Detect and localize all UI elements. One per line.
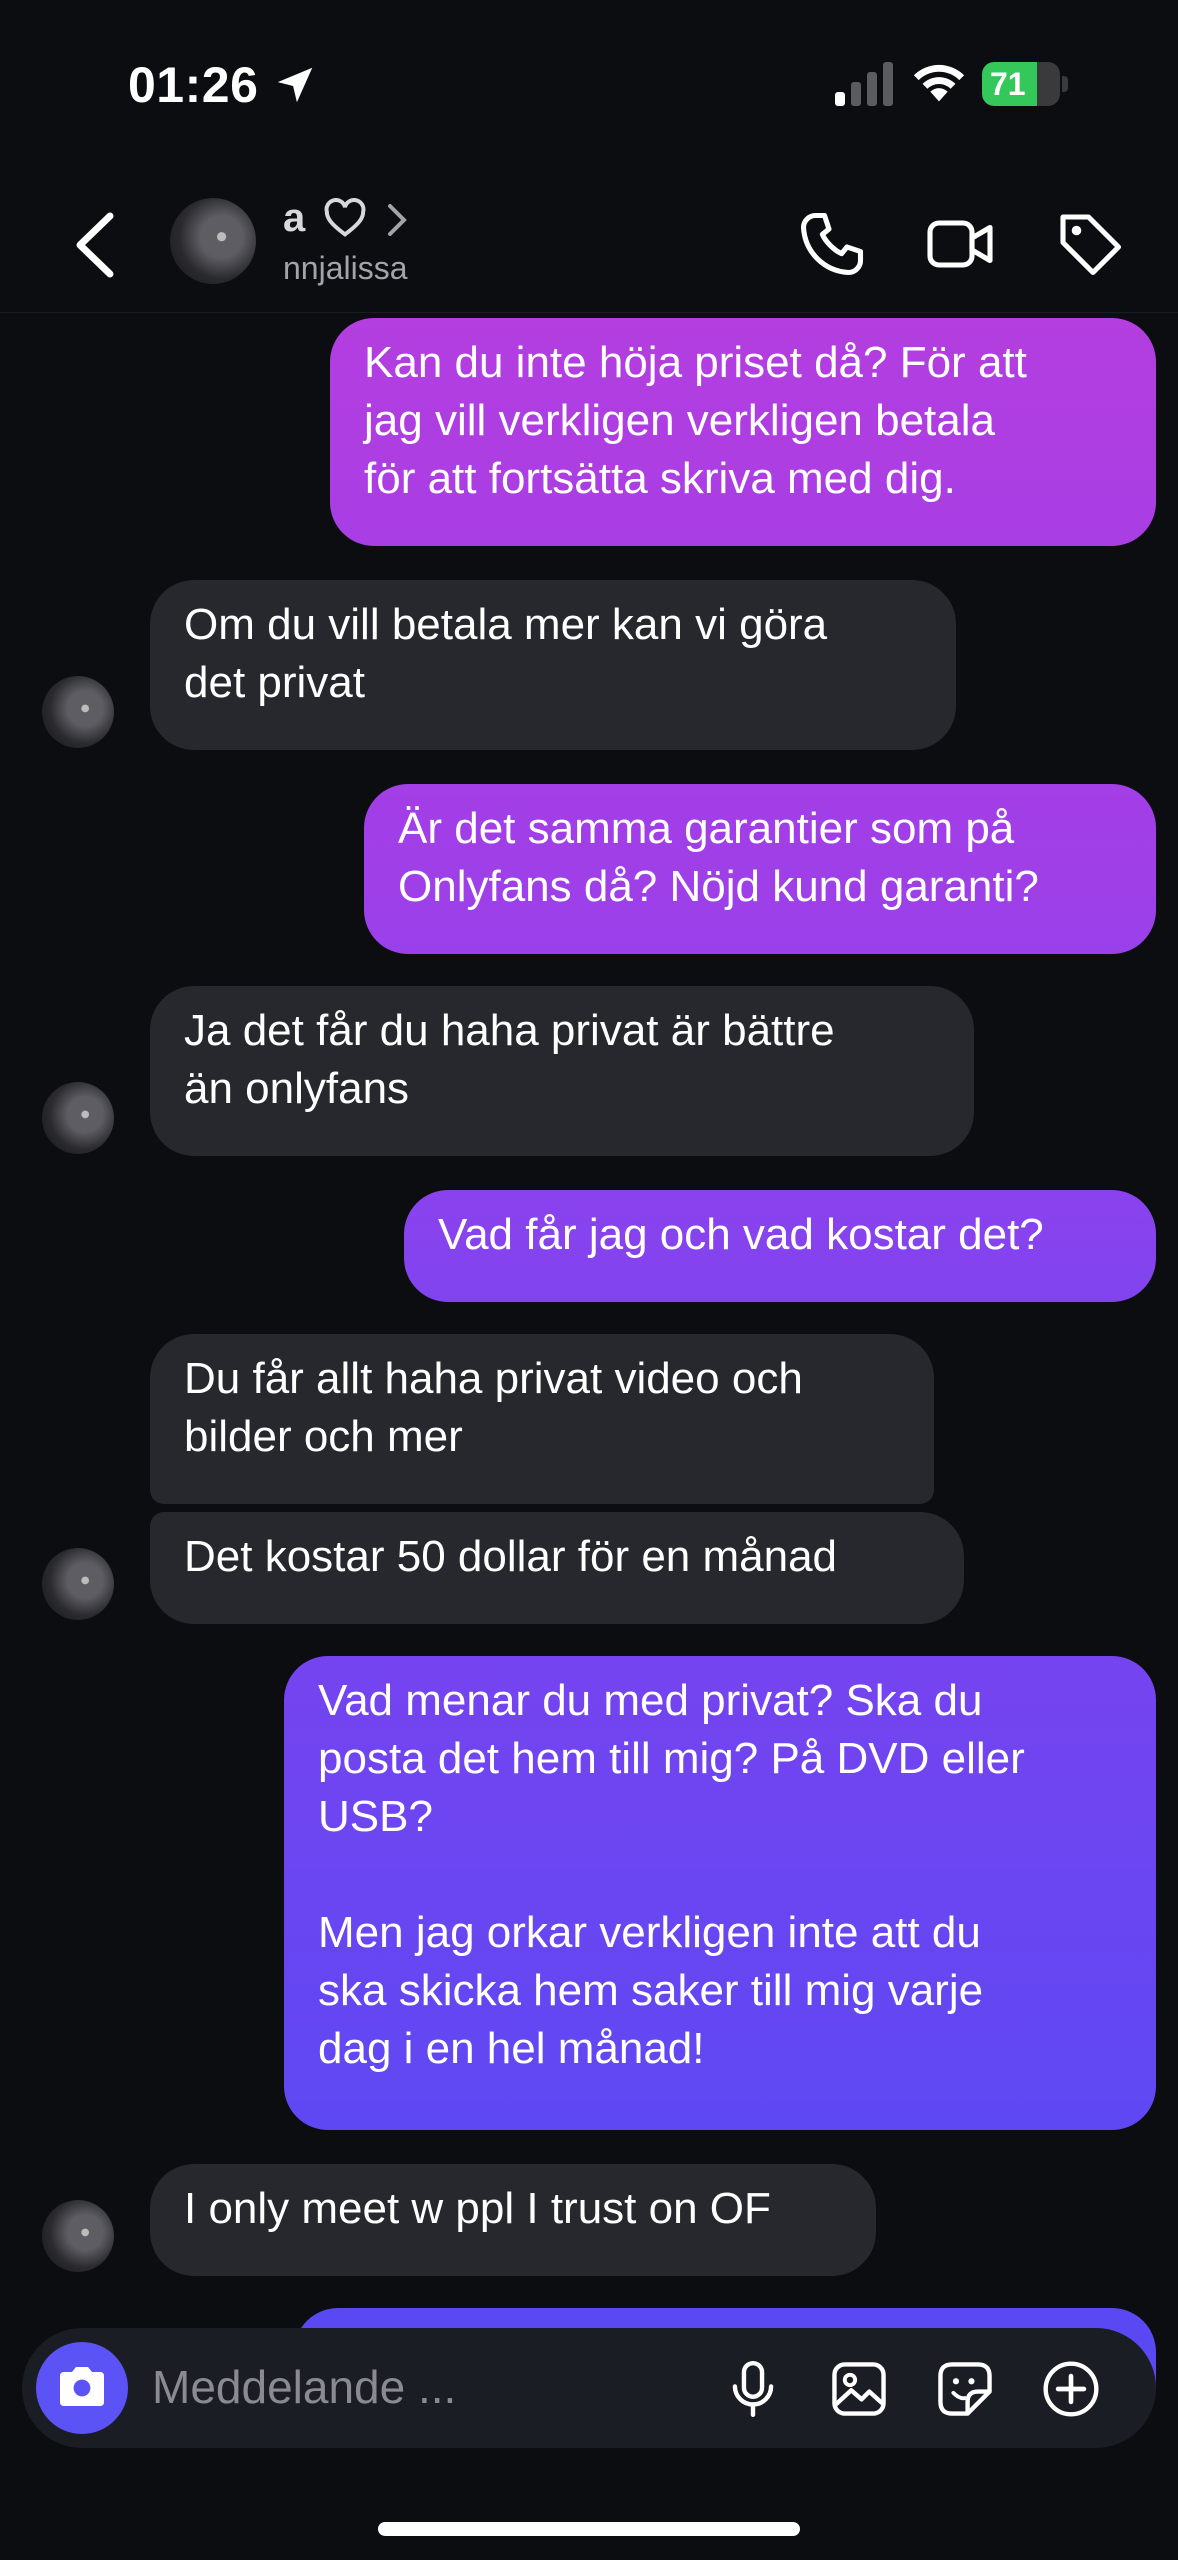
status-time: 01:26 [128, 57, 259, 113]
heart-icon [324, 198, 366, 237]
home-indicator[interactable] [378, 2522, 800, 2536]
sender-avatar[interactable] [42, 1548, 114, 1620]
camera-icon [60, 2367, 104, 2406]
sender-avatar[interactable] [42, 2200, 114, 2272]
status-bar: 01:26 71 [0, 0, 1178, 170]
contact-name[interactable]: a [283, 196, 305, 241]
camera-button[interactable] [36, 2342, 128, 2434]
sender-avatar[interactable] [42, 1082, 114, 1154]
outgoing-message[interactable]: Vad får jag och vad kostar det? [404, 1190, 1156, 1302]
outgoing-message[interactable]: Vad menar du med privat? Ska du posta de… [284, 1656, 1156, 2130]
contact-avatar[interactable] [170, 198, 256, 284]
message-composer: Meddelande ... [22, 2328, 1156, 2448]
image-icon[interactable] [828, 2358, 890, 2420]
incoming-message[interactable]: I only meet w ppl I trust on OF [150, 2164, 876, 2276]
video-camera-icon[interactable] [924, 208, 996, 280]
microphone-icon[interactable] [722, 2358, 784, 2420]
battery-icon: 71 [982, 62, 1072, 106]
chevron-right-icon[interactable] [384, 202, 408, 238]
contact-username[interactable]: nnjalissa [283, 250, 408, 287]
plus-circle-icon[interactable] [1040, 2358, 1102, 2420]
signal-icon [835, 62, 893, 106]
tag-icon[interactable] [1054, 208, 1126, 280]
wifi-icon [913, 64, 965, 102]
incoming-message[interactable]: Ja det får du haha privat är bättre än o… [150, 986, 974, 1156]
chat-header: a nnjalissa [0, 180, 1178, 313]
sender-avatar[interactable] [42, 676, 114, 748]
location-arrow-icon [277, 67, 313, 103]
incoming-message[interactable]: Det kostar 50 dollar för en månad [150, 1512, 964, 1624]
message-input[interactable]: Meddelande ... [152, 2360, 456, 2414]
outgoing-message[interactable]: Kan du inte höja priset då? För att jag … [330, 318, 1156, 546]
sticker-icon[interactable] [934, 2358, 996, 2420]
phone-icon[interactable] [796, 208, 868, 280]
incoming-message[interactable]: Du får allt haha privat video och bilder… [150, 1334, 934, 1504]
back-chevron-icon[interactable] [70, 210, 120, 280]
battery-percent: 71 [990, 66, 1026, 102]
incoming-message[interactable]: Om du vill betala mer kan vi göra det pr… [150, 580, 956, 750]
outgoing-message[interactable]: Är det samma garantier som på Onlyfans d… [364, 784, 1156, 954]
